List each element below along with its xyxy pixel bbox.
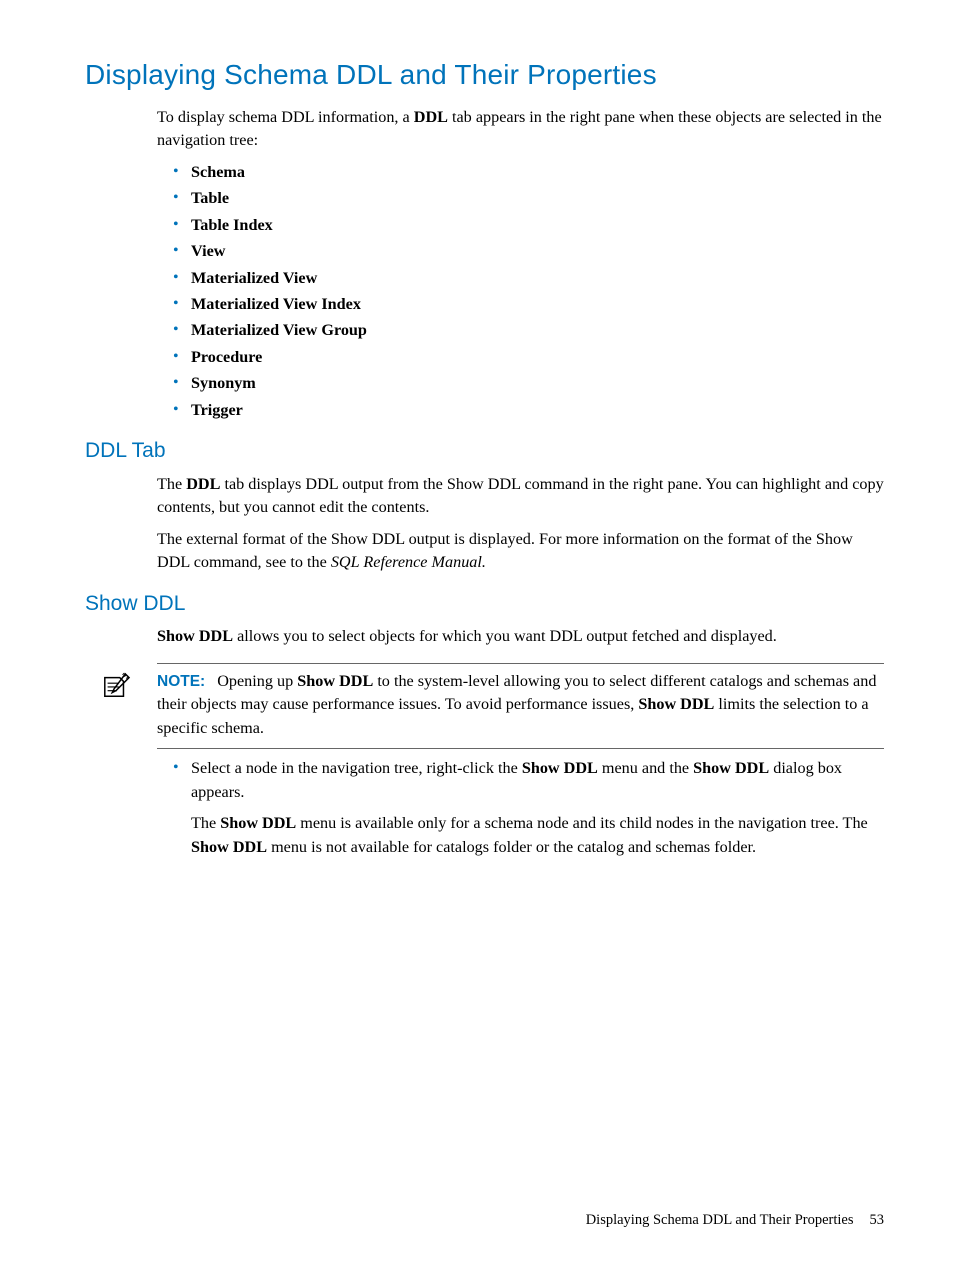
list-item: Schema [177, 161, 884, 184]
intro-paragraph: To display schema DDL information, a DDL… [157, 106, 884, 153]
list-item: Synonym [177, 372, 884, 395]
list-item-label: Materialized View Index [191, 295, 361, 313]
show-ddl-p1: Show DDL allows you to select objects fo… [157, 625, 884, 648]
list-item: Table [177, 187, 884, 210]
list-item-paragraph: The Show DDL menu is available only for … [191, 812, 884, 859]
text: The [157, 475, 186, 493]
list-item: Table Index [177, 214, 884, 237]
text: allows you to select objects for which y… [233, 627, 777, 645]
intro-pre: To display schema DDL information, a [157, 108, 414, 126]
list-item-label: Procedure [191, 348, 262, 366]
note-body: NOTE:Opening up Show DDL to the system-l… [157, 670, 884, 740]
page-heading: Displaying Schema DDL and Their Properti… [85, 55, 884, 96]
show-ddl-heading: Show DDL [85, 589, 884, 619]
text: menu is not available for catalogs folde… [267, 838, 756, 856]
text-bold: Show DDL [297, 672, 373, 690]
list-item: Materialized View Group [177, 319, 884, 342]
text-bold: Show DDL [638, 695, 714, 713]
text: Opening up [217, 672, 297, 690]
list-item-label: Materialized View [191, 269, 317, 287]
list-item: Select a node in the navigation tree, ri… [177, 757, 884, 859]
ddl-tab-heading: DDL Tab [85, 436, 884, 466]
text: The external format of the Show DDL outp… [157, 530, 853, 571]
note-label: NOTE: [157, 673, 205, 690]
list-item: Procedure [177, 346, 884, 369]
list-item: View [177, 240, 884, 263]
text-bold: Show DDL [157, 627, 233, 645]
list-item-label: Materialized View Group [191, 321, 367, 339]
list-item-label: Schema [191, 163, 245, 181]
ddl-tab-p1: The DDL tab displays DDL output from the… [157, 473, 884, 520]
list-item: Trigger [177, 399, 884, 422]
show-ddl-bullets: Select a node in the navigation tree, ri… [157, 757, 884, 859]
note-block: NOTE:Opening up Show DDL to the system-l… [157, 663, 884, 749]
text: The [191, 814, 220, 832]
footer-section-title: Displaying Schema DDL and Their Properti… [586, 1212, 854, 1228]
text: menu and the [598, 759, 693, 777]
text: Select a node in the navigation tree, ri… [191, 759, 522, 777]
text-italic: SQL Reference Manual. [331, 553, 486, 571]
text-bold: DDL [186, 475, 220, 493]
text: menu is available only for a schema node… [296, 814, 868, 832]
intro-bold: DDL [414, 108, 448, 126]
text-bold: Show DDL [191, 838, 267, 856]
list-item-label: Synonym [191, 374, 256, 392]
main-bullet-list: Schema Table Table Index View Materializ… [157, 161, 884, 423]
list-item-label: Table Index [191, 216, 273, 234]
list-item-label: Trigger [191, 401, 243, 419]
list-item-label: View [191, 242, 225, 260]
note-icon [101, 672, 131, 700]
list-item-label: Table [191, 189, 229, 207]
list-item: Materialized View Index [177, 293, 884, 316]
footer-page-number: 53 [870, 1212, 885, 1228]
text: tab displays DDL output from the Show DD… [157, 475, 884, 516]
text-bold: Show DDL [220, 814, 296, 832]
page-footer: Displaying Schema DDL and Their Properti… [586, 1212, 884, 1229]
list-item: Materialized View [177, 267, 884, 290]
text-bold: Show DDL [693, 759, 769, 777]
text-bold: Show DDL [522, 759, 598, 777]
ddl-tab-p2: The external format of the Show DDL outp… [157, 528, 884, 575]
